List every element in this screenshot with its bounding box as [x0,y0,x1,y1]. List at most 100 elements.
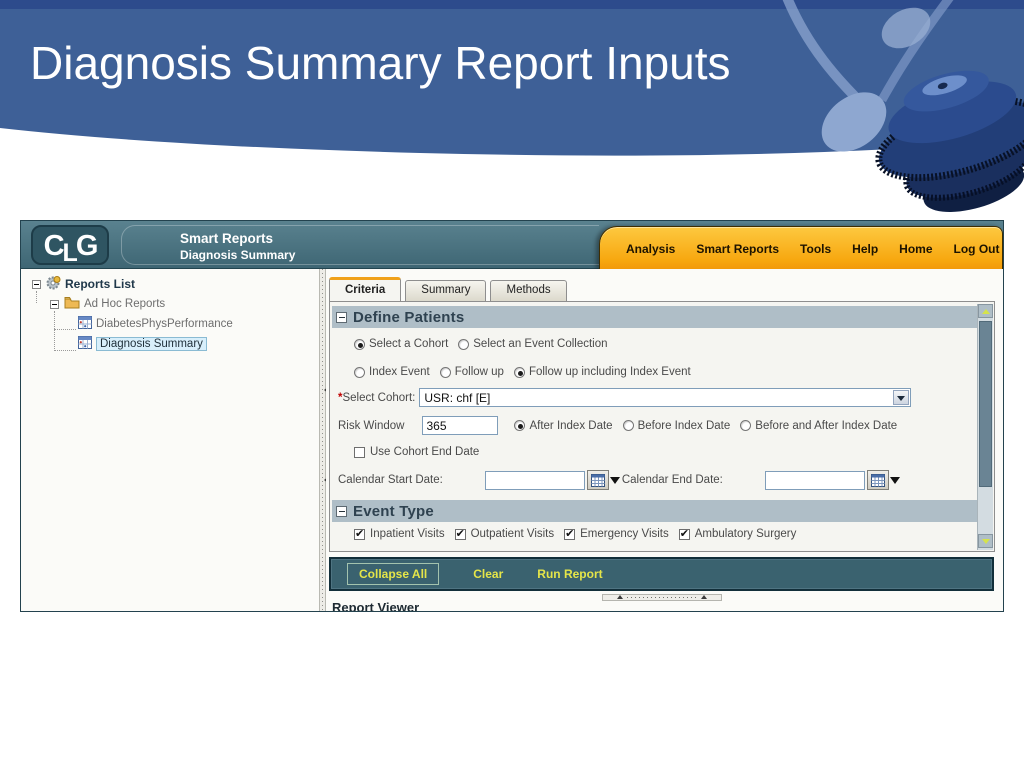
nav-analysis[interactable]: Analysis [626,242,675,256]
select-cohort-value: USR: chf [E] [424,391,491,405]
logo-letter: L [62,239,78,267]
tree-label-report-0: DiabetesPhysPerformance [96,318,233,330]
report-tabs: Criteria Summary Methods [329,277,567,301]
folder-icon [64,296,80,312]
report-table-icon [78,316,92,332]
app-page-name: Diagnosis Summary [180,248,296,262]
slide-banner: Diagnosis Summary Report Inputs [0,0,1024,220]
radio-before-index-date[interactable] [622,420,634,431]
tree-connector [54,311,55,351]
criteria-scrollbar[interactable] [977,304,993,550]
nav-log-out[interactable]: Log Out [954,242,1000,256]
scroll-up-icon[interactable] [978,304,993,318]
tab-methods[interactable]: Methods [490,280,567,301]
radio-after-index-date[interactable] [514,420,526,431]
checkbox-ambulatory-surgery[interactable] [678,527,690,540]
nav-smart-reports[interactable]: Smart Reports [696,242,779,256]
calendar-end-date-label: Calendar End Date: [621,474,723,486]
risk-window-label: Risk Window [338,419,405,432]
run-report-button[interactable]: Run Report [537,567,602,581]
risk-window-row: Risk Window After Index Date Before Inde… [338,416,907,435]
calendar-dropdown-arrow-icon[interactable] [889,470,902,490]
tree-label-ad-hoc-reports: Ad Hoc Reports [84,298,166,310]
checkbox-label: Outpatient Visits [470,528,555,540]
slide: Diagnosis Summary Report Inputs CLG Smar… [0,0,1024,768]
dropdown-arrow-icon[interactable] [893,390,910,405]
select-cohort-row: * Select Cohort: USR: chf [E] [338,388,912,407]
calendar-dropdown-arrow-icon[interactable] [609,470,622,490]
radio-label: Select an Event Collection [473,338,608,350]
radio-follow-up-including-index[interactable] [513,366,525,378]
clg-logo[interactable]: CLG [31,225,109,267]
checkbox-inpatient-visits[interactable] [354,527,365,540]
radio-select-a-cohort[interactable] [354,338,365,350]
risk-window-input[interactable] [422,416,499,435]
nav-help[interactable]: Help [852,242,878,256]
checkbox-label: Inpatient Visits [370,528,445,540]
reports-tree-pane: Reports List Ad Hoc Reports DiabetesPhys… [22,269,319,611]
collapse-expander-icon[interactable] [50,299,59,309]
tree-label-reports-list: Reports List [65,277,136,291]
collapse-section-icon[interactable] [336,505,347,517]
clear-button[interactable]: Clear [473,567,503,581]
scroll-down-icon[interactable] [978,534,993,548]
checkbox-outpatient-visits[interactable] [454,527,466,540]
smart-reports-window: CLG Smart Reports Diagnosis Summary Anal… [20,220,1004,612]
radio-label: Follow up [454,366,504,378]
checkbox-use-cohort-end-date[interactable] [354,446,365,458]
splitter-arrow-icon [701,592,707,599]
app-product-name: Smart Reports [180,231,274,246]
radio-follow-up[interactable] [439,366,451,378]
calendar-start-date-label: Calendar Start Date: [338,474,443,486]
logo-letter: C [43,230,65,262]
criteria-action-bar: Collapse All Clear Run Report [329,557,994,591]
collapse-section-icon[interactable] [336,311,347,323]
tree-row-report-selected[interactable]: Diagnosis Summary [78,335,207,353]
event-type-heading: Event Type [353,502,434,520]
splitter-dots [627,595,697,599]
define-patients-section-bar: Define Patients [332,306,977,328]
stethoscope-image [782,0,1024,212]
tab-criteria[interactable]: Criteria [329,277,402,301]
tree-row-reports-list[interactable]: Reports List [32,275,135,293]
nav-tools[interactable]: Tools [800,242,831,256]
splitter-arrow-icon [617,592,623,599]
calendar-end-date-input[interactable] [764,470,865,490]
tree-connector [54,350,76,351]
define-patients-heading: Define Patients [353,308,465,326]
scrollbar-thumb[interactable] [979,321,992,487]
calendar-dates-row: Calendar Start Date: Calendar End Date: [338,470,902,490]
radio-label: Index Event [369,366,430,378]
radio-label: Follow up including Index Event [528,366,691,378]
radio-label: After Index Date [529,419,613,432]
splitter-handle[interactable] [602,592,722,601]
report-viewer-heading: Report Viewer [332,600,420,612]
radio-select-event-collection[interactable] [458,338,470,350]
radio-label: Before Index Date [637,419,731,432]
calendar-start-date-input[interactable] [484,470,585,490]
tree-row-ad-hoc-reports[interactable]: Ad Hoc Reports [50,295,165,313]
tree-connector [54,329,76,330]
checkbox-emergency-visits[interactable] [564,527,576,540]
criteria-main-pane: Criteria Summary Methods Define Patients… [326,269,1003,612]
nav-home[interactable]: Home [899,242,932,256]
calendar-picker-icon[interactable] [586,470,609,490]
radio-label: Before and After Index Date [755,419,898,432]
header-title-panel: Smart Reports Diagnosis Summary [121,225,599,265]
collapse-all-button[interactable]: Collapse All [347,563,440,585]
radio-index-event[interactable] [354,366,365,378]
select-cohort-dropdown[interactable]: USR: chf [E] [419,388,912,407]
tab-summary[interactable]: Summary [405,280,487,301]
checkbox-label: Use Cohort End Date [370,446,480,458]
use-cohort-end-date-row: Use Cohort End Date [354,446,479,458]
tree-row-report[interactable]: DiabetesPhysPerformance [78,315,233,333]
top-navigation: Analysis Smart Reports Tools Help Home L… [599,226,1003,269]
select-cohort-label: Select Cohort: [342,391,416,404]
radio-before-and-after-index-date[interactable] [740,420,752,431]
report-viewer-splitter[interactable] [329,593,995,601]
calendar-picker-icon[interactable] [866,470,889,490]
criteria-content: Define Patients Select a Cohort Select a… [329,301,995,552]
collapse-expander-icon[interactable] [32,279,41,289]
checkbox-label: Emergency Visits [580,528,669,540]
tree-main-splitter[interactable] [319,269,328,611]
